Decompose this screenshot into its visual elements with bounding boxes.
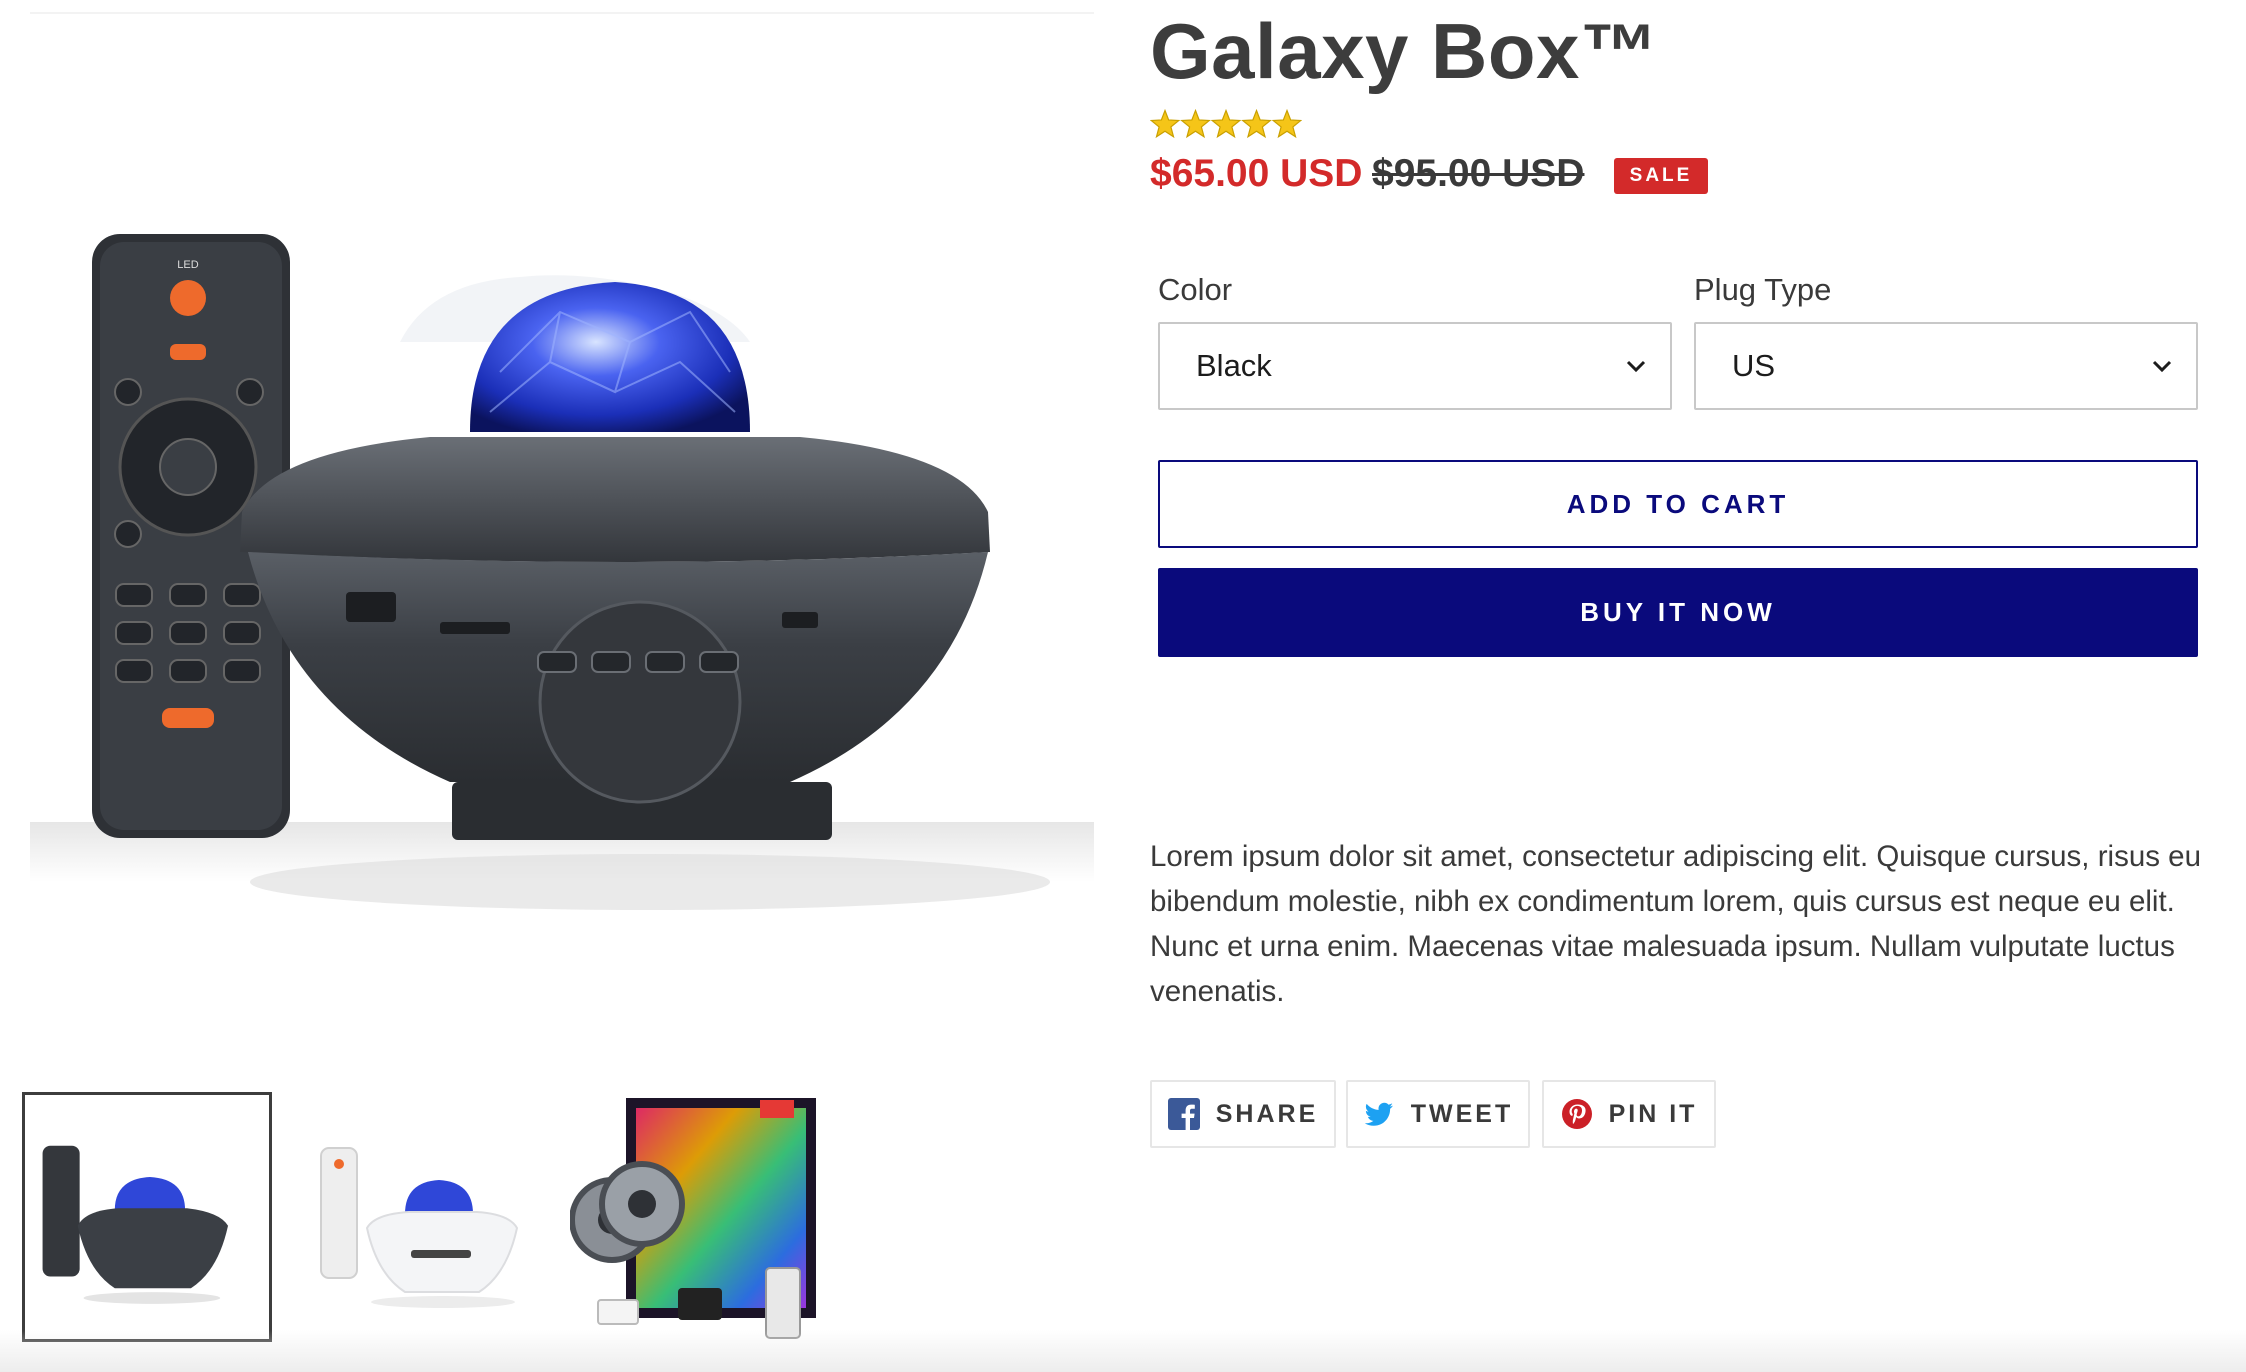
product-thumbnail-led-strip[interactable] (570, 1092, 820, 1342)
star-icon (1150, 108, 1181, 139)
add-to-cart-button[interactable]: ADD TO CART (1158, 460, 2198, 548)
pin-it-button[interactable]: PIN IT (1542, 1080, 1716, 1148)
product-main-image: LED (30, 12, 1094, 1030)
chevron-down-icon (2152, 360, 2172, 373)
buy-it-now-button[interactable]: BUY IT NOW (1158, 568, 2198, 657)
chevron-down-icon (1626, 360, 1646, 373)
sale-badge: SALE (1614, 158, 1708, 194)
tweet-button[interactable]: TWEET (1346, 1080, 1530, 1148)
product-thumbnail-black[interactable] (22, 1092, 272, 1342)
color-select[interactable]: Black (1158, 322, 1672, 410)
product-thumbnail-white[interactable] (293, 1092, 543, 1342)
color-option-label: Color (1158, 272, 1233, 307)
svg-text:LED: LED (177, 259, 198, 271)
rating-stars (1150, 108, 1302, 139)
plug-type-select-value: US (1732, 348, 1776, 383)
star-icon (1210, 108, 1242, 139)
pinterest-icon (1561, 1099, 1592, 1129)
facebook-icon (1167, 1098, 1200, 1130)
pin-it-label: PIN IT (1608, 1099, 1698, 1128)
share-facebook-label: SHARE (1215, 1099, 1319, 1128)
sale-price: $65.00 USD (1150, 152, 1363, 195)
product-title: Galaxy Box™ (1150, 7, 1659, 95)
product-description: Lorem ipsum dolor sit amet, consectetur … (1150, 840, 2201, 1008)
twitter-icon (1364, 1102, 1393, 1126)
share-facebook-button[interactable]: SHARE (1150, 1080, 1336, 1148)
star-icon (1271, 108, 1302, 139)
star-icon (1180, 108, 1211, 139)
bottom-shadow (0, 1330, 2246, 1372)
tweet-label: TWEET (1410, 1099, 1514, 1128)
plug-type-select[interactable]: US (1694, 322, 2198, 410)
regular-price: $95.00 USD (1372, 152, 1585, 195)
star-icon (1241, 108, 1272, 139)
plug-type-option-label: Plug Type (1694, 272, 1832, 307)
color-select-value: Black (1196, 348, 1272, 383)
